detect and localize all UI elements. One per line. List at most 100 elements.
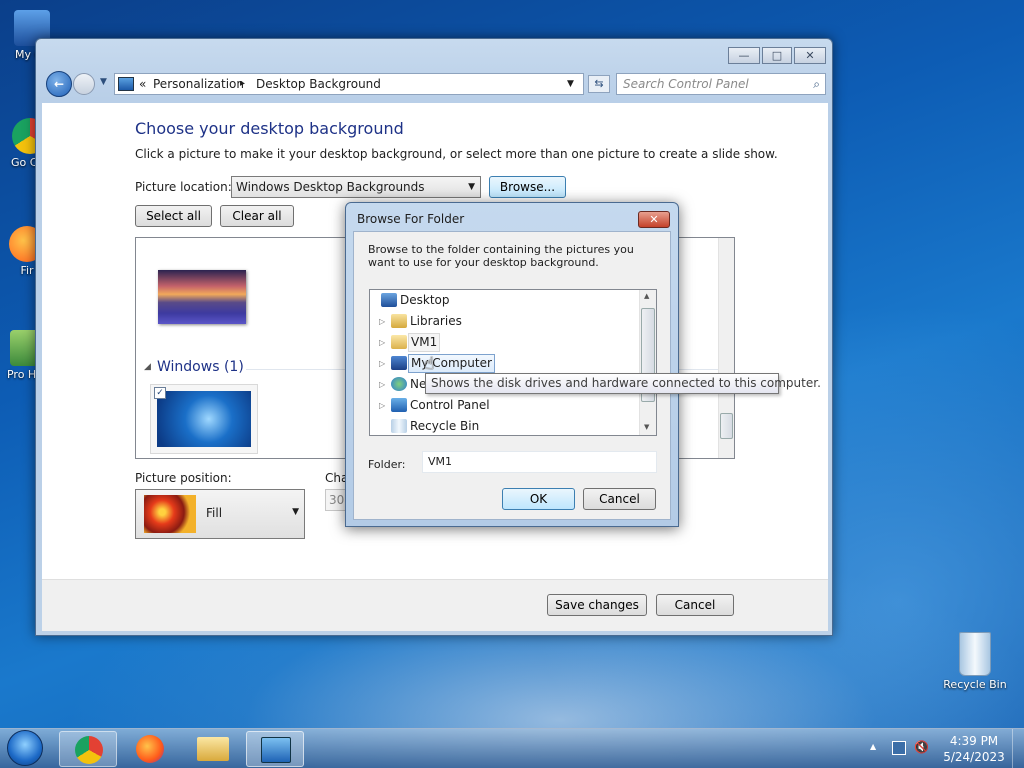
expand-arrow-icon[interactable]: ▷: [379, 395, 389, 416]
scroll-down-icon[interactable]: ▼: [644, 423, 649, 431]
dialog-instruction: Browse to the folder containing the pict…: [368, 243, 634, 269]
clock-date[interactable]: 5/24/2023: [940, 750, 1008, 764]
expand-arrow-icon[interactable]: ▷: [379, 374, 389, 395]
tree-item-desktop[interactable]: Desktop: [370, 290, 640, 311]
expand-arrow-icon[interactable]: ▷: [379, 353, 389, 374]
folder-label: Folder:: [368, 458, 406, 471]
control-panel-icon: [118, 77, 134, 91]
scroll-up-icon[interactable]: ▲: [644, 292, 649, 300]
tree-item-label: Recycle Bin: [410, 419, 480, 433]
forward-button[interactable]: [73, 73, 95, 95]
recycle-bin-icon: [391, 419, 407, 433]
group-label-windows[interactable]: Windows (1): [157, 359, 244, 375]
picture-location-select[interactable]: Windows Desktop Backgrounds ▼: [231, 176, 481, 198]
search-input[interactable]: Search Control Panel ⌕: [616, 73, 826, 95]
taskbar-chrome[interactable]: [59, 731, 117, 767]
clear-all-button[interactable]: Clear all: [220, 205, 294, 227]
tree-item-label: Ne: [410, 377, 427, 391]
back-arrow-icon: ←: [53, 77, 65, 91]
tree-item-libraries[interactable]: ▷ Libraries: [370, 311, 640, 332]
tree-scrollbar[interactable]: ▲ ▼: [639, 290, 656, 435]
folder-tree[interactable]: Desktop ▷ Libraries ▷ VM1 ▷ My Computer …: [369, 289, 657, 436]
picture-location-value: Windows Desktop Backgrounds: [236, 180, 425, 194]
tree-item-my-computer[interactable]: ▷ My Computer: [370, 353, 640, 374]
picture-position-select[interactable]: Fill ▼: [135, 489, 305, 539]
breadcrumb-chevrons[interactable]: «: [139, 74, 146, 94]
taskbar-firefox[interactable]: [121, 731, 179, 767]
landscape-thumbnail[interactable]: [158, 270, 246, 324]
tree-item-label: Libraries: [410, 314, 462, 328]
desktop-icon-label: Recycle Bin: [943, 678, 1007, 691]
firefox-icon: [136, 735, 164, 763]
search-icon[interactable]: ⌕: [813, 74, 820, 94]
my-computer-tooltip: Shows the disk drives and hardware conne…: [425, 373, 821, 394]
desktop-icon-recycle-bin[interactable]: Recycle Bin: [940, 632, 1010, 691]
recycle-bin-icon: [959, 632, 991, 676]
chevron-down-icon: ▼: [468, 182, 475, 192]
user-folder-icon: [391, 335, 407, 349]
taskbar: ▲ 🔇 4:39 PM 5/24/2023: [0, 728, 1024, 768]
volume-muted-icon[interactable]: 🔇: [914, 740, 929, 754]
dialog-title: Browse For Folder: [357, 212, 465, 226]
breadcrumb-personalization[interactable]: Personalization: [153, 74, 244, 94]
windows-thumbnail-frame[interactable]: ✓: [150, 384, 258, 454]
hand-cursor-icon: ☝: [424, 354, 435, 374]
page-description: Click a picture to make it your desktop …: [135, 147, 778, 161]
tree-item-label: Control Panel: [410, 398, 490, 412]
breadcrumb-desktop-background[interactable]: Desktop Background: [256, 74, 381, 94]
tree-item-vm1[interactable]: ▷ VM1: [370, 332, 640, 353]
taskbar-explorer[interactable]: [184, 731, 242, 767]
browse-for-folder-dialog: Browse For Folder ✕ Browse to the folder…: [345, 202, 679, 527]
back-button[interactable]: ←: [46, 71, 72, 97]
tree-item-label: My Computer: [408, 354, 495, 373]
page-title: Choose your desktop background: [135, 119, 404, 138]
address-bar[interactable]: « Personalization ▸ Desktop Background ▼: [114, 73, 584, 95]
taskbar-control-panel[interactable]: [246, 731, 304, 767]
breadcrumb-separator-icon: ▸: [240, 78, 246, 89]
group-collapse-icon[interactable]: ◢: [144, 362, 151, 372]
search-placeholder: Search Control Panel: [623, 77, 749, 91]
footer-bar: Save changes Cancel: [42, 579, 828, 631]
control-panel-icon: [261, 737, 291, 763]
folder-icon: [197, 737, 229, 761]
minimize-button[interactable]: —: [728, 47, 760, 64]
dialog-close-button[interactable]: ✕: [638, 211, 670, 228]
thumbnail-checkbox[interactable]: ✓: [154, 387, 166, 399]
close-button[interactable]: ✕: [794, 47, 826, 64]
tree-item-label: Desktop: [400, 293, 450, 307]
browse-button[interactable]: Browse...: [489, 176, 566, 198]
expand-arrow-icon[interactable]: ▷: [379, 311, 389, 332]
chrome-icon: [75, 736, 103, 764]
show-hidden-icons-button[interactable]: ▲: [870, 742, 876, 751]
address-dropdown-icon[interactable]: ▼: [567, 74, 574, 94]
network-tray-icon[interactable]: [892, 741, 906, 755]
desktop-icon: [381, 293, 397, 307]
recent-pages-chevron-icon[interactable]: ▼: [100, 77, 107, 87]
refresh-icon[interactable]: ⇆: [588, 75, 610, 93]
libraries-icon: [391, 314, 407, 328]
folder-field[interactable]: VM1: [422, 451, 657, 473]
clock-time[interactable]: 4:39 PM: [940, 734, 1008, 748]
show-desktop-button[interactable]: [1012, 729, 1024, 768]
picture-position-label: Picture position:: [135, 471, 232, 485]
maximize-button[interactable]: □: [762, 47, 792, 64]
tree-item-label: VM1: [408, 333, 441, 352]
cancel-button[interactable]: Cancel: [656, 594, 734, 616]
scroll-thumb[interactable]: [720, 413, 733, 439]
select-all-button[interactable]: Select all: [135, 205, 212, 227]
flower-thumbnail: [144, 495, 196, 533]
network-icon: [391, 377, 407, 391]
ok-button[interactable]: OK: [502, 488, 575, 510]
tree-item-control-panel[interactable]: ▷ Control Panel: [370, 395, 640, 416]
expand-arrow-icon[interactable]: ▷: [379, 332, 389, 353]
windows-thumbnail: [157, 391, 251, 447]
chevron-down-icon: ▼: [292, 507, 299, 517]
save-changes-button[interactable]: Save changes: [547, 594, 647, 616]
tree-item-recycle-bin[interactable]: Recycle Bin: [370, 416, 640, 437]
dialog-cancel-button[interactable]: Cancel: [583, 488, 656, 510]
navigation-bar: ← ▼ « Personalization ▸ Desktop Backgrou…: [42, 69, 828, 99]
picture-location-label: Picture location:: [135, 180, 232, 194]
vertical-scrollbar[interactable]: [718, 238, 734, 458]
start-button[interactable]: [7, 730, 43, 766]
control-panel-icon: [391, 398, 407, 412]
